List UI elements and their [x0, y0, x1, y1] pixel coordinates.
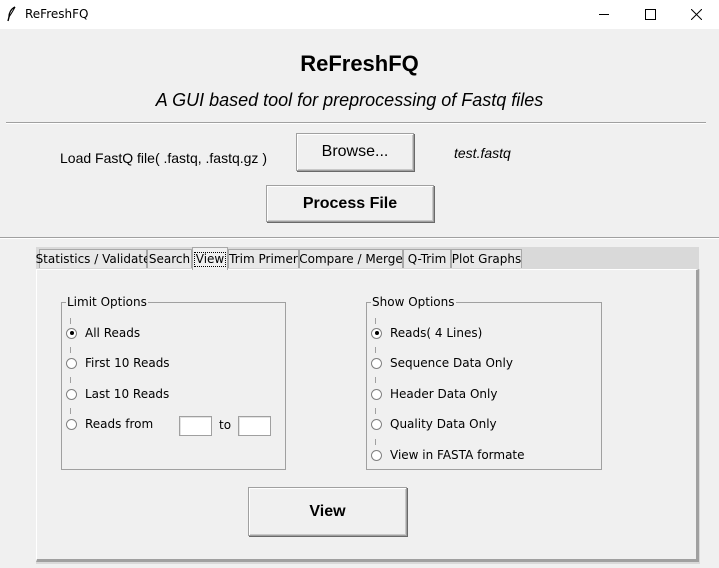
- tab-statistics-validate[interactable]: Statistics / Validate: [36, 249, 150, 268]
- radio-reads-from[interactable]: Reads from: [66, 417, 153, 431]
- maximize-icon: [644, 9, 656, 20]
- tab-plot-graphs[interactable]: Plot Graphs: [451, 249, 522, 268]
- tab-q-trim[interactable]: Q-Trim: [403, 249, 451, 268]
- tab-label: Compare / Merge: [299, 252, 403, 266]
- radio-first-10-reads[interactable]: First 10 Reads: [66, 356, 170, 370]
- radio-label: Quality Data Only: [390, 417, 497, 431]
- radio-header-data-only[interactable]: Header Data Only: [371, 387, 497, 401]
- radio-button[interactable]: [371, 449, 382, 461]
- radio-view-fasta[interactable]: View in FASTA formate: [371, 448, 525, 462]
- group-connector: [70, 347, 71, 353]
- group-connector: [70, 408, 71, 414]
- group-connector: [375, 347, 376, 353]
- group-connector: [70, 318, 71, 324]
- radio-label: Header Data Only: [390, 387, 498, 401]
- reads-to-input[interactable]: [238, 416, 271, 436]
- radio-label: View in FASTA formate: [390, 448, 525, 462]
- radio-button[interactable]: [371, 357, 382, 369]
- selected-file-name: test.fastq: [454, 145, 511, 161]
- show-options-title: Show Options: [371, 295, 456, 309]
- tab-label: Search: [148, 252, 191, 266]
- minimize-icon: [598, 14, 609, 15]
- radio-reads-4-lines[interactable]: Reads( 4 Lines): [371, 326, 482, 340]
- window-title: ReFreshFQ: [25, 7, 89, 21]
- app-subtitle: A GUI based tool for preprocessing of Fa…: [155, 90, 544, 110]
- tab-label: Plot Graphs: [451, 252, 522, 266]
- process-file-button[interactable]: Process File: [266, 185, 434, 222]
- minimize-button[interactable]: [581, 0, 627, 29]
- close-icon: [690, 9, 702, 20]
- range-to-label: to: [219, 418, 232, 432]
- tab-label: View: [193, 251, 227, 267]
- radio-button[interactable]: [66, 357, 77, 369]
- group-connector: [375, 318, 376, 324]
- radio-button-checked[interactable]: [66, 327, 77, 339]
- tab-search[interactable]: Search: [147, 249, 192, 268]
- browse-button[interactable]: Browse...: [296, 133, 414, 171]
- radio-last-10-reads[interactable]: Last 10 Reads: [66, 387, 169, 401]
- radio-all-reads[interactable]: All Reads: [66, 326, 140, 340]
- radio-label: All Reads: [85, 326, 141, 340]
- maximize-button[interactable]: [627, 0, 673, 29]
- radio-label: Last 10 Reads: [85, 387, 170, 401]
- tab-label: Trim Primer: [229, 252, 298, 266]
- reads-from-input[interactable]: [179, 416, 212, 436]
- section-separator: [0, 237, 719, 239]
- tab-trim-primer[interactable]: Trim Primer: [228, 249, 299, 268]
- radio-button[interactable]: [371, 418, 382, 430]
- feather-icon: [7, 6, 16, 22]
- view-button[interactable]: View: [248, 487, 407, 536]
- close-button[interactable]: [673, 0, 719, 29]
- group-connector: [375, 377, 376, 383]
- radio-quality-data-only[interactable]: Quality Data Only: [371, 417, 497, 431]
- radio-button-checked[interactable]: [371, 327, 382, 339]
- tab-view[interactable]: View: [192, 247, 228, 270]
- tab-compare-merge[interactable]: Compare / Merge: [299, 249, 403, 268]
- radio-sequence-data-only[interactable]: Sequence Data Only: [371, 356, 513, 370]
- limit-options-title: Limit Options: [66, 295, 148, 309]
- radio-button[interactable]: [66, 388, 77, 400]
- app-title: ReFreshFQ: [300, 51, 419, 76]
- radio-label: First 10 Reads: [85, 356, 170, 370]
- header-separator: [6, 122, 706, 124]
- load-file-label: Load FastQ file( .fastq, .fastq.gz ): [60, 150, 267, 166]
- radio-label: Reads( 4 Lines): [390, 326, 483, 340]
- radio-label: Reads from: [85, 417, 154, 431]
- radio-label: Sequence Data Only: [390, 356, 513, 370]
- radio-button[interactable]: [66, 418, 77, 430]
- tab-label: Q-Trim: [407, 252, 447, 266]
- radio-button[interactable]: [371, 388, 382, 400]
- group-connector: [375, 408, 376, 414]
- tab-label: Statistics / Validate: [35, 252, 151, 266]
- window-titlebar[interactable]: ReFreshFQ: [0, 0, 719, 29]
- group-connector: [70, 377, 71, 383]
- group-connector: [375, 439, 376, 445]
